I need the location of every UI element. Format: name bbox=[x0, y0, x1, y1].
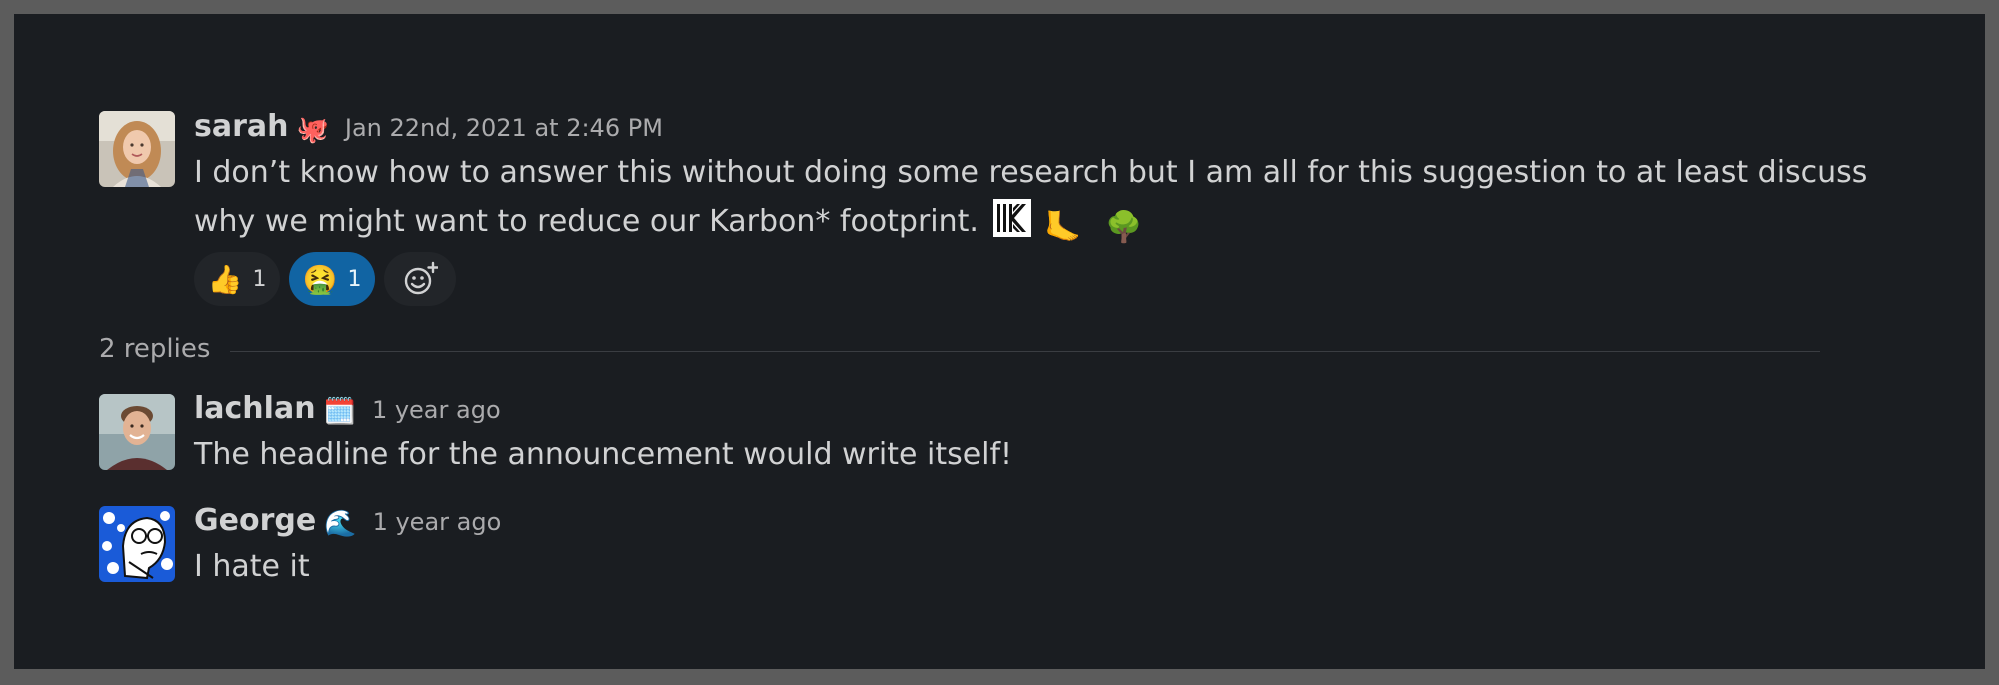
message-body: I don’t know how to answer this without … bbox=[194, 148, 1867, 252]
message-text-line-2: why we might want to reduce our Karbon* … bbox=[194, 197, 1867, 252]
status-emoji-calendar: 🗓️ bbox=[323, 397, 356, 427]
timestamp[interactable]: 1 year ago bbox=[373, 508, 502, 536]
message-text-line-1: I don’t know how to answer this without … bbox=[194, 155, 1868, 190]
tree-emoji: 🌳 bbox=[1104, 210, 1143, 245]
username[interactable]: sarah bbox=[194, 109, 289, 144]
reaction-count: 1 bbox=[347, 266, 362, 292]
karbon-logo-icon bbox=[992, 199, 1031, 252]
reaction-thumbs-up[interactable]: 👍 1 bbox=[194, 252, 280, 306]
timestamp[interactable]: 1 year ago bbox=[372, 396, 501, 424]
lachlan-avatar[interactable] bbox=[99, 394, 175, 470]
reactions-bar: 👍 1 🤮 1 bbox=[194, 252, 456, 306]
foot-emoji: 🦶 bbox=[1044, 210, 1082, 245]
sarah-avatar[interactable] bbox=[99, 111, 175, 187]
thumbs-up-icon: 👍 bbox=[207, 262, 243, 296]
reaction-count: 1 bbox=[252, 266, 267, 292]
vomiting-face-icon: 🤮 bbox=[302, 262, 338, 296]
message-text-line-2-text: why we might want to reduce our Karbon* … bbox=[194, 204, 979, 239]
username[interactable]: lachlan bbox=[194, 391, 316, 426]
message-header: sarah 🐙 Jan 22nd, 2021 at 2:46 PM bbox=[194, 109, 663, 145]
reaction-vomiting-face[interactable]: 🤮 1 bbox=[289, 252, 375, 306]
add-reaction-button[interactable] bbox=[384, 252, 456, 306]
thread-panel: sarah 🐙 Jan 22nd, 2021 at 2:46 PM I don’… bbox=[14, 14, 1985, 669]
george-avatar[interactable] bbox=[99, 506, 175, 582]
status-emoji-octopus: 🐙 bbox=[296, 115, 329, 145]
status-emoji-wave: 🌊 bbox=[324, 509, 357, 539]
add-reaction-icon bbox=[404, 261, 438, 295]
reply-text: I hate it bbox=[194, 549, 310, 584]
replies-divider bbox=[230, 351, 1820, 352]
reply-header: George 🌊 1 year ago bbox=[194, 503, 502, 539]
username[interactable]: George bbox=[194, 503, 316, 538]
timestamp[interactable]: Jan 22nd, 2021 at 2:46 PM bbox=[345, 114, 663, 142]
reply-header: lachlan 🗓️ 1 year ago bbox=[194, 391, 501, 427]
replies-count[interactable]: 2 replies bbox=[99, 334, 210, 364]
reply-text: The headline for the announcement would … bbox=[194, 437, 1013, 472]
